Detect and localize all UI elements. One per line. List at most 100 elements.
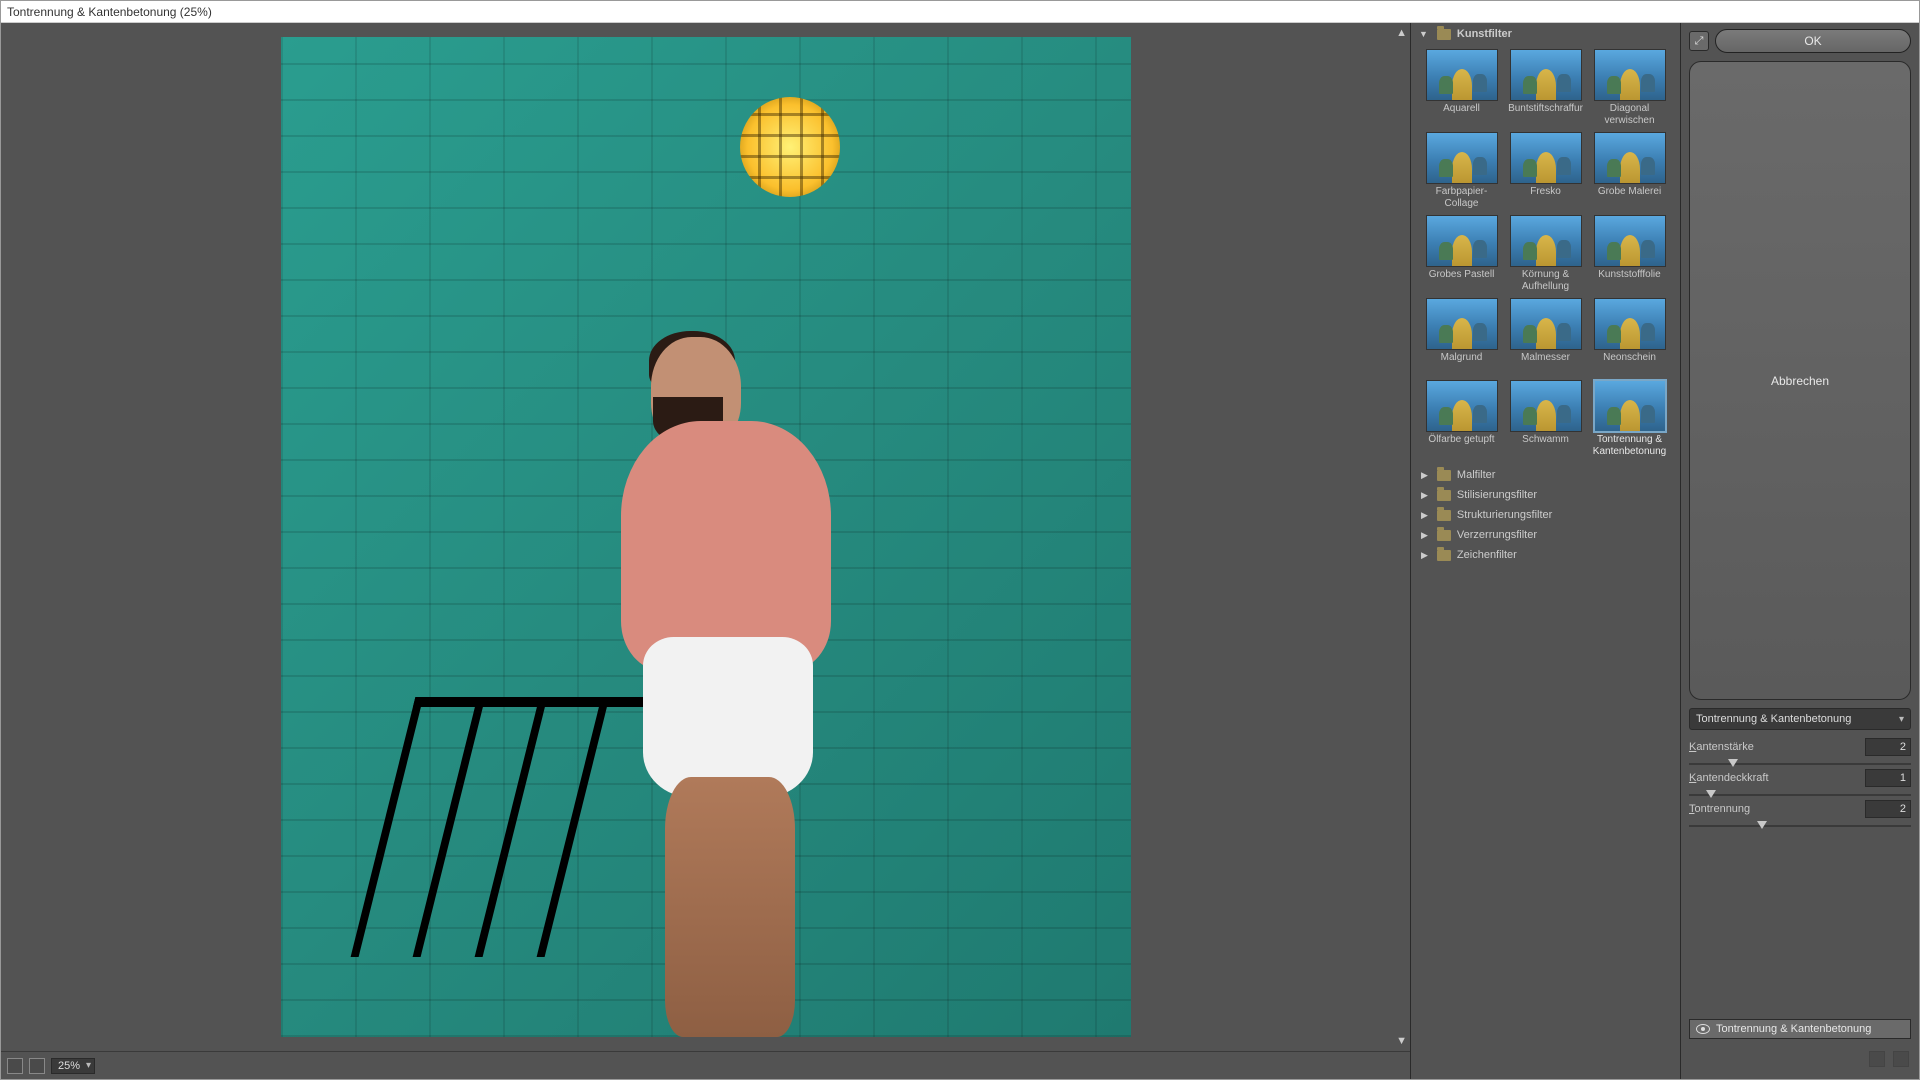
filter-parameter-slider[interactable] <box>1689 821 1911 831</box>
filter-thumb[interactable]: Körnung & Aufhellung <box>1508 215 1584 292</box>
delete-effect-layer-button[interactable] <box>1893 1051 1909 1067</box>
filter-parameter-input[interactable] <box>1865 769 1911 787</box>
filter-thumb-label: Körnung & Aufhellung <box>1508 269 1584 292</box>
filter-parameter-slider[interactable] <box>1689 790 1911 800</box>
filter-thumb-preview <box>1594 298 1666 350</box>
filter-parameter-input[interactable] <box>1865 800 1911 818</box>
filter-thumb-label: Aquarell <box>1443 103 1480 125</box>
person-illustration <box>621 337 851 1037</box>
filter-thumb[interactable]: Malmesser <box>1508 298 1584 374</box>
folder-icon <box>1437 29 1451 40</box>
filter-category-collapsed[interactable]: Stilisierungsfilter <box>1411 485 1680 505</box>
new-effect-layer-button[interactable] <box>1869 1051 1885 1067</box>
zoom-level-select[interactable]: 25% <box>51 1058 95 1074</box>
filter-thumb-preview <box>1594 49 1666 101</box>
filter-category-label: Malfilter <box>1457 469 1496 481</box>
slider-track <box>1689 825 1911 827</box>
preview-scroll-down-icon[interactable]: ▼ <box>1396 1035 1407 1047</box>
preview-scroll-up-icon[interactable]: ▲ <box>1396 27 1407 39</box>
filter-thumb-preview <box>1510 298 1582 350</box>
filter-thumb[interactable]: Grobes Pastell <box>1424 215 1500 292</box>
filter-parameter-row: Kantenstärke <box>1689 738 1911 756</box>
filter-parameter-label: Kantenstärke <box>1689 741 1754 753</box>
window-body: ▲ ▼ <box>1 23 1919 1079</box>
filter-thumb[interactable]: Ölfarbe getupft <box>1424 380 1500 457</box>
filter-thumb[interactable]: Tontrennung & Kantenbetonung <box>1592 380 1668 457</box>
preview-image <box>281 37 1131 1037</box>
visibility-eye-icon[interactable] <box>1696 1024 1710 1034</box>
filter-thumb-preview <box>1426 380 1498 432</box>
filter-select-dropdown[interactable]: Tontrennung & Kantenbetonung ▾ <box>1689 708 1911 730</box>
filter-thumb-label: Buntstiftschraffur <box>1508 103 1583 125</box>
ok-button[interactable]: OK <box>1715 29 1911 53</box>
filter-thumb-label: Schwamm <box>1522 434 1569 456</box>
filter-list-column: Kunstfilter Aquarell Buntstiftschraffur Di… <box>1411 23 1681 1079</box>
filter-thumb-preview <box>1510 49 1582 101</box>
filter-thumb[interactable]: Grobe Malerei <box>1592 132 1668 209</box>
filter-thumb-label: Kunststofffolie <box>1598 269 1660 291</box>
filter-thumb-label: Grobe Malerei <box>1598 186 1661 208</box>
ok-button-label: OK <box>1804 34 1821 48</box>
filter-category-collapsed[interactable]: Zeichenfilter <box>1411 545 1680 565</box>
filter-thumb-preview <box>1426 49 1498 101</box>
filter-thumb-preview <box>1426 132 1498 184</box>
filter-parameter: Kantenstärke <box>1689 738 1911 769</box>
filter-thumb-preview <box>1426 215 1498 267</box>
filter-thumb[interactable]: Fresko <box>1508 132 1584 209</box>
filter-thumb-label: Neonschein <box>1603 352 1656 374</box>
filter-thumb-preview <box>1594 215 1666 267</box>
filter-thumb[interactable]: Kunststofffolie <box>1592 215 1668 292</box>
filter-thumb-label: Farbpapier-Collage <box>1424 186 1500 209</box>
cancel-button[interactable]: Abbrechen <box>1689 61 1911 700</box>
folder-icon <box>1437 550 1451 561</box>
slider-track <box>1689 794 1911 796</box>
filter-parameters: KantenstärkeKantendeckkraftTontrennung <box>1689 738 1911 831</box>
filter-thumb-label: Malmesser <box>1521 352 1570 374</box>
expand-options-button[interactable]: ⤢ <box>1689 31 1709 51</box>
filter-thumb-preview <box>1594 132 1666 184</box>
filter-parameter-input[interactable] <box>1865 738 1911 756</box>
folder-icon <box>1437 490 1451 501</box>
cancel-button-label: Abbrechen <box>1771 374 1829 388</box>
filter-category-collapsed[interactable]: Verzerrungsfilter <box>1411 525 1680 545</box>
slider-thumb-icon[interactable] <box>1728 759 1738 767</box>
filter-thumb-label: Ölfarbe getupft <box>1428 434 1494 456</box>
folder-icon <box>1437 530 1451 541</box>
filter-thumb-label: Grobes Pastell <box>1429 269 1495 291</box>
slider-thumb-icon[interactable] <box>1757 821 1767 829</box>
zoom-out-button[interactable] <box>7 1058 23 1074</box>
filter-parameter-label: Kantendeckkraft <box>1689 772 1769 784</box>
filter-thumb[interactable]: Malgrund <box>1424 298 1500 374</box>
filter-category-collapsed[interactable]: Strukturierungsfilter <box>1411 505 1680 525</box>
person-torso <box>621 421 831 671</box>
wall-lamp-illustration <box>740 97 840 197</box>
effect-layers-panel: Tontrennung & Kantenbetonung <box>1689 1019 1911 1039</box>
filter-parameter-row: Kantendeckkraft <box>1689 769 1911 787</box>
filter-thumb[interactable]: Neonschein <box>1592 298 1668 374</box>
filter-category-kunstfilter[interactable]: Kunstfilter <box>1411 23 1680 45</box>
filter-thumb[interactable]: Buntstiftschraffur <box>1508 49 1584 126</box>
filter-thumb-preview <box>1594 380 1666 432</box>
person-legs <box>665 777 795 1037</box>
settings-column: ⤢ OK Abbrechen Tontrennung & Kantenbeton… <box>1681 23 1919 1079</box>
preview-viewport[interactable]: ▲ ▼ <box>1 23 1410 1051</box>
zoom-in-button[interactable] <box>29 1058 45 1074</box>
filter-thumb[interactable]: Aquarell <box>1424 49 1500 126</box>
filter-select-value: Tontrennung & Kantenbetonung <box>1696 713 1851 725</box>
filter-thumb[interactable]: Diagonal verwischen <box>1592 49 1668 126</box>
slider-thumb-icon[interactable] <box>1706 790 1716 798</box>
filter-thumb[interactable]: Farbpapier-Collage <box>1424 132 1500 209</box>
effect-layer-row[interactable]: Tontrennung & Kantenbetonung <box>1689 1019 1911 1039</box>
filter-category-collapsed[interactable]: Malfilter <box>1411 465 1680 485</box>
filter-parameter-slider[interactable] <box>1689 759 1911 769</box>
filter-thumb[interactable]: Schwamm <box>1508 380 1584 457</box>
filter-thumb-preview <box>1510 215 1582 267</box>
filter-category-label: Kunstfilter <box>1457 28 1512 40</box>
window-titlebar: Tontrennung & Kantenbetonung (25%) <box>1 1 1919 23</box>
person-shorts <box>643 637 813 797</box>
folder-icon <box>1437 510 1451 521</box>
filter-category-label: Stilisierungsfilter <box>1457 489 1537 501</box>
settings-top-row: ⤢ OK <box>1689 29 1911 53</box>
filter-category-label: Verzerrungsfilter <box>1457 529 1537 541</box>
filter-gallery-window: Tontrennung & Kantenbetonung (25%) ▲ <box>0 0 1920 1080</box>
